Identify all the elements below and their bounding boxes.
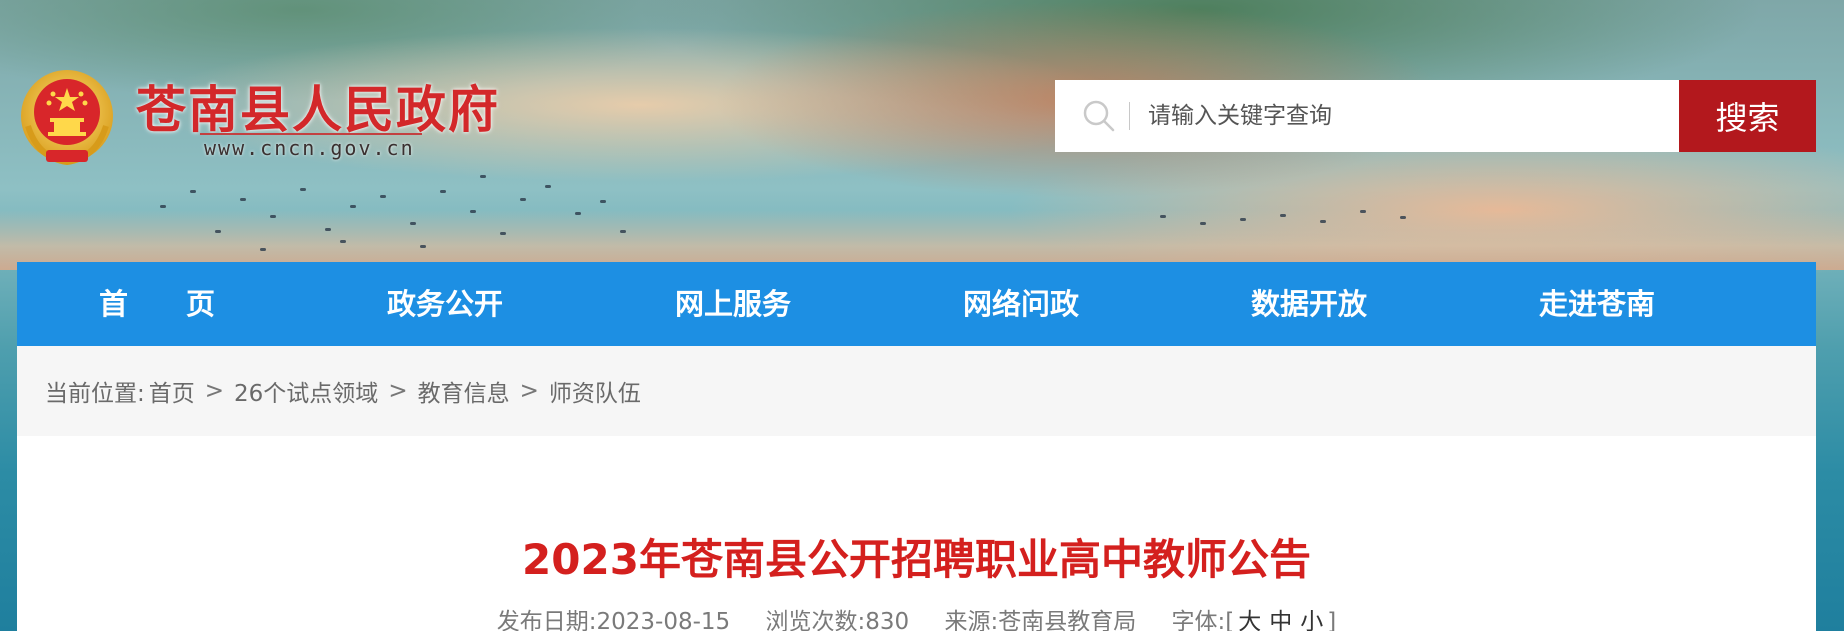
search-divider [1129,102,1130,130]
boat-dot [260,248,266,251]
boat-dot [420,245,426,248]
nav-item-government-affairs[interactable]: 政务公开 [387,262,503,346]
boat-dot [600,200,606,203]
article-source-value: 苍南县教育局 [998,609,1137,631]
font-size-label: 字体: [1171,609,1226,631]
boat-dot [1240,218,1246,221]
boat-dot [545,185,551,188]
site-url: www.cncn.gov.cn [204,136,415,160]
boat-dot [1160,215,1166,218]
publish-date-value: 2023-08-15 [596,609,731,631]
boat-dot [340,240,346,243]
breadcrumb-item-teaching-staff[interactable]: 师资队伍 [549,374,641,408]
breadcrumb: 当前位置: 首页 > 26个试点领域 > 教育信息 > 师资队伍 [17,346,1816,436]
breadcrumb-item-home[interactable]: 首页 [149,374,195,408]
main-nav: 首 页 政务公开 网上服务 网络问政 数据开放 走进苍南 [17,262,1816,346]
boat-dot [1280,214,1286,217]
article-source-label: 来源: [944,609,999,631]
national-emblem-icon[interactable] [18,66,116,168]
boat-dot [380,195,386,198]
breadcrumb-item-education-info[interactable]: 教育信息 [418,374,510,408]
breadcrumb-separator: > [519,378,539,404]
boat-dot [300,188,306,191]
article-meta: 发布日期:2023-08-15 浏览次数:830 来源:苍南县教育局 字体:[大… [17,602,1816,631]
banner-shore [0,210,1844,270]
font-size-large-button[interactable]: 大 [1238,609,1261,631]
boat-dot [410,222,416,225]
breadcrumb-separator: > [204,378,225,404]
publish-date: 发布日期:2023-08-15 [497,609,730,631]
view-count-value: 830 [865,609,910,631]
boat-dot [1320,220,1326,223]
boat-dot [1200,222,1206,225]
search-input[interactable] [1148,86,1679,146]
boat-dot [215,230,221,233]
font-bracket-open: [ [1225,609,1235,631]
search-box [1055,80,1679,152]
boat-dot [620,230,626,233]
url-divider [200,133,422,135]
search-icon [1079,96,1119,136]
content-panel: 当前位置: 首页 > 26个试点领域 > 教育信息 > 师资队伍 2023年苍南… [17,346,1816,631]
boat-dot [470,210,476,213]
nav-item-home[interactable]: 首 页 [99,262,215,346]
article-source: 来源:苍南县教育局 [944,609,1136,631]
nav-item-open-data[interactable]: 数据开放 [1251,262,1367,346]
boat-dot [520,198,526,201]
font-bracket-close: ] [1327,609,1337,631]
breadcrumb-prefix: 当前位置: [45,381,145,407]
font-size-small-button[interactable]: 小 [1300,609,1323,631]
boat-dot [1360,210,1366,213]
view-count-label: 浏览次数: [765,609,866,631]
boat-dot [1400,216,1406,219]
boat-dot [350,205,356,208]
boat-dot [270,215,276,218]
boat-dot [190,190,196,193]
breadcrumb-item-pilot-areas[interactable]: 26个试点领域 [234,374,378,408]
nav-item-online-services[interactable]: 网上服务 [675,262,791,346]
boat-dot [440,190,446,193]
article-title: 2023年苍南县公开招聘职业高中教师公告 [522,535,1311,584]
view-count: 浏览次数:830 [765,609,909,631]
boat-dot [160,205,166,208]
site-title[interactable]: 苍南县人民政府 [136,70,500,142]
search-button[interactable]: 搜索 [1679,80,1816,152]
boat-dot [500,232,506,235]
boat-dot [325,228,331,231]
publish-date-label: 发布日期: [496,609,597,631]
font-size-medium-button[interactable]: 中 [1269,609,1292,631]
nav-item-about-cangnan[interactable]: 走进苍南 [1539,262,1655,346]
font-size-controls: 字体:[大中小] [1172,609,1337,631]
breadcrumb-separator: > [388,378,408,404]
nav-item-online-inquiry[interactable]: 网络问政 [963,262,1079,346]
boat-dot [575,212,581,215]
boat-dot [240,198,246,201]
boat-dot [480,175,486,178]
